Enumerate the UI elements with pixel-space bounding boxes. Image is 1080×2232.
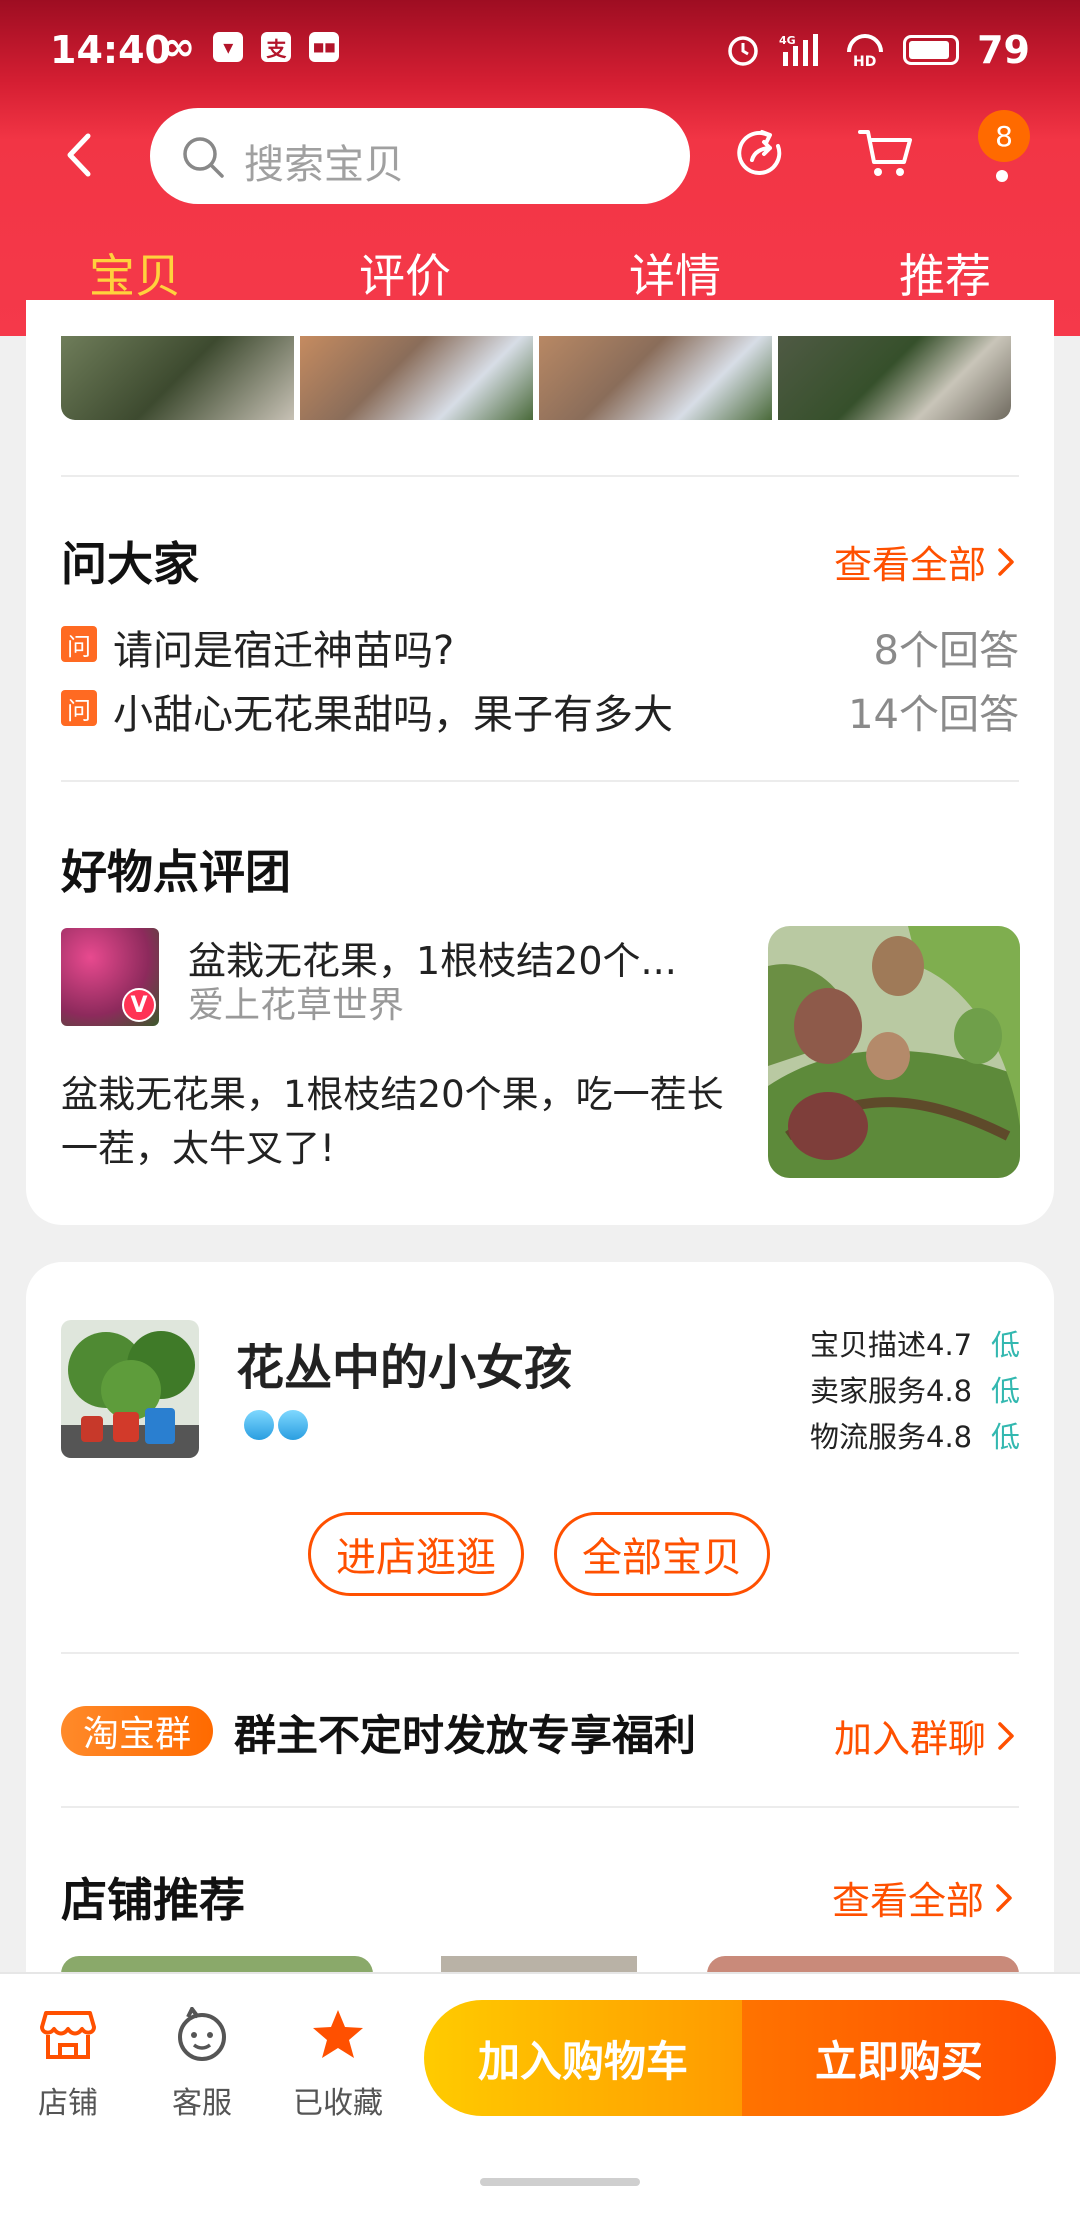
divider [61,1806,1019,1808]
chevron-right-icon [998,547,1014,576]
question-tag: 问 [61,690,97,726]
share-icon[interactable] [734,126,788,180]
more-badge[interactable]: 8 [978,110,1030,162]
customer-service-label: 客服 [172,2086,232,2121]
hd-call-icon: HD [847,34,884,68]
rating-level: 低 [990,1328,1020,1362]
review-post-photo[interactable] [768,926,1020,1178]
divider [61,475,1019,477]
status-icons-left: ∞ ▾ 支 ■■ [162,24,340,70]
status-icons-right: 4G HD 79 [725,28,1030,72]
ask-section-title: 问大家 [61,537,199,591]
back-arrow-icon[interactable] [56,130,106,180]
review-photo[interactable] [778,336,1011,420]
tab-details[interactable]: 详情 [595,240,755,306]
rating-row: 物流服务4.8 低 [810,1414,1020,1456]
app-icon: ■■ [309,32,340,62]
question-row[interactable]: 问 小甜心无花果甜吗，果子有多大 14个回答 [61,682,1019,738]
recommend-see-all-label: 查看全部 [832,1879,985,1923]
infinity-icon: ∞ [162,24,196,70]
rating-label: 宝贝描述 [810,1328,927,1362]
search-placeholder: 搜索宝贝 [244,142,404,188]
store-button[interactable]: 店铺 [8,2004,128,2122]
answer-count: 14个回答 [848,692,1019,738]
question-text: 请问是宿迁神苗吗? [113,628,455,674]
tab-item[interactable]: 宝贝 [55,240,215,306]
home-indicator[interactable] [480,2178,640,2186]
store-icon [40,2011,96,2059]
rating-score: 4.8 [926,1374,973,1408]
svg-text:HD: HD [853,54,876,68]
more-dot-icon[interactable] [996,170,1008,182]
cart-icon[interactable] [858,126,914,180]
review-body[interactable]: 盆栽无花果，1根枝结20个果，吃一茬长一茬，太牛叉了! [61,1068,741,1176]
crown-icon [278,1410,308,1440]
divider [61,1652,1019,1654]
alarm-icon [728,36,758,66]
tab-reviews[interactable]: 评价 [325,240,485,306]
review-photo[interactable] [300,336,533,420]
rating-label: 卖家服务 [810,1374,927,1408]
buy-now-button[interactable]: 立即购买 [742,2000,1056,2116]
shop-recommend-title: 店铺推荐 [61,1873,245,1927]
signal-4g-icon: 4G [779,34,819,66]
ask-see-all-link[interactable]: 查看全部 [834,534,1016,589]
rating-label: 物流服务 [810,1420,927,1454]
chevron-right-icon [998,1721,1014,1750]
rating-row: 宝贝描述4.7 低 [810,1322,1020,1364]
store-label: 店铺 [38,2086,98,2121]
status-time: 14:40 [50,28,171,72]
enter-shop-button[interactable]: 进店逛逛 [308,1512,524,1596]
question-tag: 问 [61,626,97,662]
review-author[interactable]: 爱上花草世界 [188,976,404,1028]
search-bar[interactable]: 搜索宝贝 [150,108,690,204]
favorite-button[interactable]: 已收藏 [278,2004,398,2122]
crown-icon [244,1410,274,1440]
battery-level: 79 [977,28,1030,72]
review-photo-strip[interactable] [61,336,1011,420]
rating-row: 卖家服务4.8 低 [810,1368,1020,1410]
shop-logo[interactable] [61,1320,199,1458]
star-icon [313,2010,363,2058]
shop-name[interactable]: 花丛中的小女孩 [236,1328,572,1398]
divider [61,780,1019,782]
favorite-label: 已收藏 [293,2086,383,2121]
svg-text:4G: 4G [779,34,796,47]
alipay-icon: 支 [261,32,292,62]
answer-count: 8个回答 [873,628,1019,674]
join-group-label: 加入群聊 [834,1717,987,1761]
top-header: 14:40 ∞ ▾ 支 ■■ 4G HD 79 搜索宝贝 8 宝贝 评价 详情 … [0,0,1080,336]
review-photo[interactable] [539,336,772,420]
status-bar: 14:40 ∞ ▾ 支 ■■ 4G HD 79 [0,0,1080,84]
review-section-title: 好物点评团 [61,845,291,899]
customer-service-button[interactable]: 客服 [142,2004,262,2122]
add-to-cart-button[interactable]: 加入购物车 [424,2000,742,2116]
all-items-button[interactable]: 全部宝贝 [554,1512,770,1596]
verified-badge: V [122,988,156,1022]
tab-recommend[interactable]: 推荐 [865,240,1025,306]
question-row[interactable]: 问 请问是宿迁神苗吗? 8个回答 [61,618,1019,674]
review-photo[interactable] [61,336,294,420]
chevron-right-icon [996,1883,1012,1912]
question-text: 小甜心无花果甜吗，果子有多大 [113,692,673,738]
search-icon [183,137,224,178]
battery-icon [903,35,960,65]
taobao-group-tag: 淘宝群 [61,1706,214,1756]
recommend-see-all-link[interactable]: 查看全部 [832,1870,1014,1925]
customer-service-icon [178,2007,226,2061]
rating-level: 低 [990,1374,1020,1408]
join-group-link[interactable]: 加入群聊 [834,1708,1016,1763]
rating-score: 4.8 [926,1420,973,1454]
rating-level: 低 [990,1420,1020,1454]
shop-level-crowns [244,1410,308,1440]
shop-logo-image [61,1320,199,1458]
group-description: 群主不定时发放专享福利 [234,1711,697,1760]
taobao-icon: ▾ [213,32,244,62]
rating-score: 4.7 [926,1328,973,1362]
fig-photo [768,926,1020,1178]
ask-see-all-label: 查看全部 [834,543,987,587]
